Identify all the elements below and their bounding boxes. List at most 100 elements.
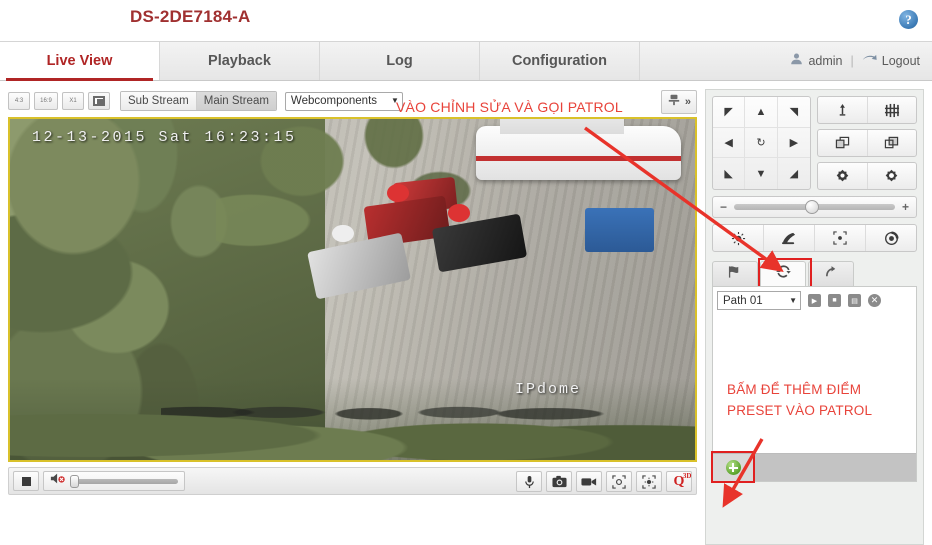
zoom-out-icon[interactable] — [868, 97, 917, 123]
player-right-tools: Q 3D — [516, 471, 692, 492]
main-tab-bar: Live View Playback Log Configuration adm… — [0, 41, 932, 81]
player-bottom-bar: Q 3D — [8, 467, 697, 495]
stop-live-button[interactable] — [13, 471, 39, 491]
osd-timestamp: 12-13-2015 Sat 16:23:15 — [32, 129, 297, 146]
video-frame — [10, 119, 695, 460]
lens-initialization-icon[interactable] — [636, 471, 662, 492]
device-model-title: DS-2DE7184-A — [130, 7, 251, 26]
ptz-down-right-button[interactable]: ◢ — [778, 158, 810, 189]
annotation-add-preset: BẤM ĐỂ THÊM ĐIỂM PRESET VÀO PATROL — [727, 379, 872, 421]
auto-focus-icon[interactable] — [815, 225, 866, 251]
patrol-path-value: Path 01 — [723, 294, 763, 307]
main-stream-button[interactable]: Main Stream — [196, 92, 276, 110]
focus-near-icon[interactable] — [818, 130, 868, 156]
ptz-icon — [667, 93, 681, 111]
fullscreen-icon[interactable] — [88, 92, 110, 110]
main-content: 4:3 16:9 X1 Sub Stream Main Stream Webco… — [0, 81, 932, 545]
stop-icon: ■ — [828, 294, 841, 307]
tab-live-view[interactable]: Live View — [0, 42, 160, 81]
logout-icon — [862, 42, 877, 81]
start-patrol-button[interactable]: ▶ — [807, 293, 822, 308]
save-icon: ▤ — [848, 294, 861, 307]
user-name: admin — [808, 54, 843, 68]
ptz-speed-slider-row: − + — [712, 196, 917, 218]
save-patrol-button[interactable]: ▤ — [847, 293, 862, 308]
player-column: 4:3 16:9 X1 Sub Stream Main Stream Webco… — [8, 89, 697, 545]
pattern-arrow-icon — [824, 265, 839, 284]
tab-configuration[interactable]: Configuration — [480, 42, 640, 80]
add-preset-to-patrol-button[interactable] — [713, 453, 753, 482]
light-icon[interactable] — [713, 225, 764, 251]
aspect-x1-button[interactable]: X1 — [62, 92, 84, 110]
ptz-speed-knob[interactable] — [804, 200, 819, 214]
help-icon[interactable]: ? — [899, 10, 918, 29]
q3d-superscript: 3D — [682, 471, 692, 480]
patrol-path-row: Path 01 ▼ ▶ ■ ▤ ✕ — [713, 287, 916, 314]
iris-plus-icon[interactable] — [818, 163, 868, 189]
patrol-tab[interactable] — [760, 261, 806, 286]
wiper-icon[interactable] — [764, 225, 815, 251]
focus-far-icon[interactable] — [868, 130, 917, 156]
play-icon: ▶ — [808, 294, 821, 307]
ptz-zoom-focus-iris-group — [817, 96, 917, 190]
stream-selector: Sub Stream Main Stream — [120, 91, 277, 111]
volume-slider-knob[interactable] — [70, 474, 79, 488]
lens-init-icon[interactable] — [866, 225, 916, 251]
volume-slider[interactable] — [70, 474, 178, 488]
annotation-add-preset-line1: BẤM ĐỂ THÊM ĐIỂM — [727, 382, 862, 397]
tab-playback[interactable]: Playback — [160, 42, 320, 80]
page-header: DS-2DE7184-A ? — [0, 0, 932, 41]
zoom-focus-icon[interactable] — [606, 471, 632, 492]
ptz-up-left-button[interactable]: ◤ — [713, 97, 746, 128]
zoom-row — [817, 96, 917, 124]
chevron-down-icon: ▼ — [789, 296, 797, 305]
ptz-down-button[interactable]: ▼ — [745, 158, 778, 189]
patrol-path-select[interactable]: Path 01 ▼ — [717, 291, 801, 310]
aspect-16-9-button[interactable]: 16:9 — [34, 92, 58, 110]
chevron-right-icon: » — [684, 96, 691, 108]
ptz-up-right-button[interactable]: ◥ — [777, 97, 811, 128]
delete-icon: ✕ — [868, 294, 881, 307]
speed-minus-label[interactable]: − — [720, 200, 727, 214]
ptz-function-tabs — [712, 258, 917, 289]
ptz-speed-slider[interactable] — [734, 200, 895, 214]
user-area: admin | Logout — [790, 42, 920, 81]
zoom-in-icon[interactable] — [818, 97, 868, 123]
stop-patrol-button[interactable]: ■ — [827, 293, 842, 308]
preset-tab[interactable] — [712, 261, 758, 286]
patrol-add-bar — [711, 451, 916, 483]
aspect-4-3-button[interactable]: 4:3 — [8, 92, 30, 110]
ptz-left-button[interactable]: ◀ — [713, 127, 746, 159]
speed-plus-label[interactable]: + — [902, 200, 909, 214]
ptz-expand-button[interactable]: » — [660, 90, 697, 114]
ptz-panel: ◤ ▲ ◥ ◀ ↻ ▶ ◣ ▼ ◢ − + Path 01 ▼ ▶ ■ ▤ ✕ … — [705, 89, 924, 545]
sub-stream-button[interactable]: Sub Stream — [121, 92, 197, 110]
volume-mute-icon[interactable] — [50, 472, 66, 490]
q3d-zoom-button[interactable]: Q 3D — [666, 471, 692, 492]
plugin-select[interactable]: Webcomponents ▼ — [284, 91, 403, 111]
annotation-edit-patrol: VÀO CHỈNH SỬA VÀ GỌI PATROL — [396, 99, 623, 115]
pattern-tab[interactable] — [808, 261, 854, 286]
microphone-icon[interactable] — [516, 471, 542, 492]
patrol-path-buttons: ▶ ■ ▤ ✕ — [807, 293, 882, 308]
snapshot-camera-icon[interactable] — [546, 471, 572, 492]
annotation-add-preset-line2: PRESET VÀO PATROL — [727, 403, 873, 418]
user-separator: | — [850, 54, 854, 68]
iris-minus-icon[interactable] — [868, 163, 917, 189]
patrol-panel-body: Path 01 ▼ ▶ ■ ▤ ✕ BẤM ĐỂ THÊM ĐIỂM PRESE… — [711, 286, 917, 483]
video-record-icon[interactable] — [576, 471, 602, 492]
ptz-up-button[interactable]: ▲ — [745, 97, 778, 128]
tab-log[interactable]: Log — [320, 42, 480, 80]
logout-label[interactable]: Logout — [882, 42, 920, 81]
patrol-cycle-icon — [775, 264, 792, 284]
volume-control[interactable] — [43, 471, 185, 491]
ptz-aux-row — [712, 224, 917, 252]
ptz-direction-pad: ◤ ▲ ◥ ◀ ↻ ▶ ◣ ▼ ◢ — [712, 96, 812, 190]
user-icon — [790, 42, 803, 81]
ptz-down-left-button[interactable]: ◣ — [713, 158, 746, 189]
green-plus-icon — [725, 460, 741, 475]
ptz-auto-scan-button[interactable]: ↻ — [745, 127, 778, 159]
delete-patrol-button[interactable]: ✕ — [867, 293, 882, 308]
video-viewport[interactable]: 12-13-2015 Sat 16:23:15 IPdome — [8, 117, 697, 462]
ptz-right-button[interactable]: ▶ — [777, 128, 811, 159]
